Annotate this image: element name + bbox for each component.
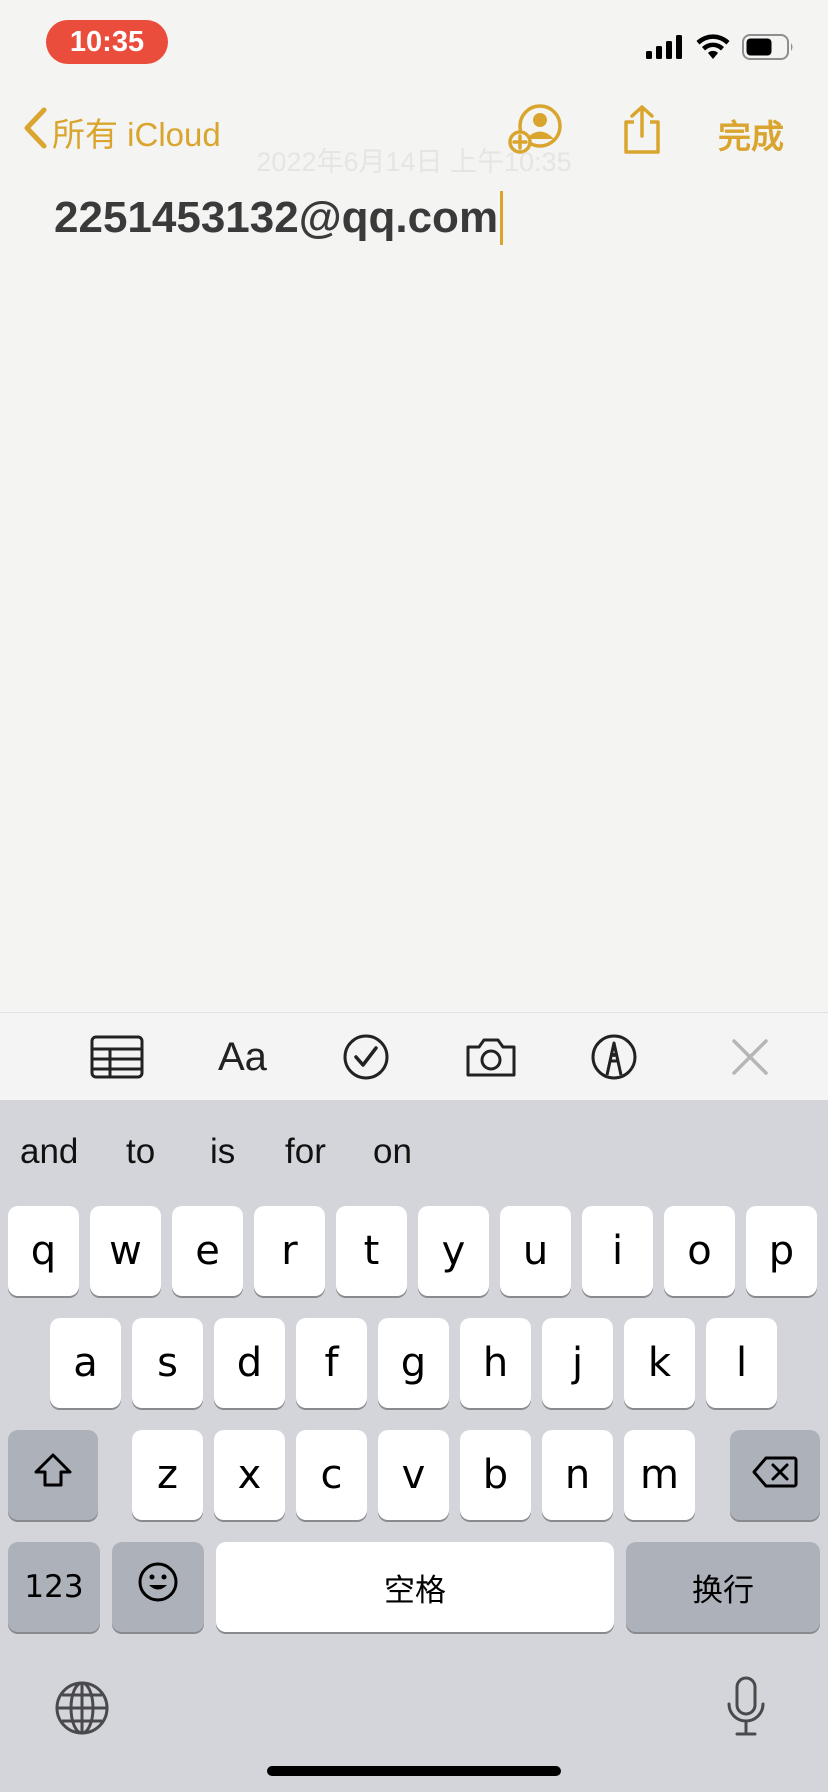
shift-icon xyxy=(33,1452,73,1498)
signal-icon xyxy=(646,34,684,64)
status-icons xyxy=(646,33,794,65)
key-q[interactable]: q xyxy=(8,1206,79,1296)
key-s[interactable]: s xyxy=(132,1318,203,1408)
key-l[interactable]: l xyxy=(706,1318,777,1408)
space-key[interactable]: 空格 xyxy=(216,1542,614,1632)
key-t[interactable]: t xyxy=(336,1206,407,1296)
delete-key[interactable] xyxy=(730,1430,820,1520)
suggestion-item[interactable]: for xyxy=(285,1132,326,1172)
table-icon[interactable] xyxy=(90,1031,144,1083)
text-style-button[interactable]: Aa xyxy=(218,1031,267,1083)
key-i[interactable]: i xyxy=(582,1206,653,1296)
checklist-icon[interactable] xyxy=(342,1031,390,1083)
notes-screen: 10:35 所有 iCloud 完成 2022年6月14日 上午10:35 22… xyxy=(0,0,828,1792)
suggestion-item[interactable]: to xyxy=(126,1132,155,1172)
key-k[interactable]: k xyxy=(624,1318,695,1408)
note-date: 2022年6月14日 上午10:35 xyxy=(256,147,572,177)
keyboard: and to is for on q w e r t y u i o p a s… xyxy=(0,1100,828,1792)
key-n[interactable]: n xyxy=(542,1430,613,1520)
suggestion-item[interactable]: on xyxy=(373,1132,412,1172)
numbers-key[interactable]: 123 xyxy=(8,1542,100,1632)
key-w[interactable]: w xyxy=(90,1206,161,1296)
note-text: 2251453132@qq.com xyxy=(54,193,499,242)
close-icon[interactable] xyxy=(730,1031,770,1083)
format-toolbar: Aa xyxy=(0,1012,828,1100)
key-x[interactable]: x xyxy=(214,1430,285,1520)
shift-key[interactable] xyxy=(8,1430,98,1520)
suggestion-item[interactable]: and xyxy=(20,1132,78,1172)
key-h[interactable]: h xyxy=(460,1318,531,1408)
key-r[interactable]: r xyxy=(254,1206,325,1296)
wifi-icon xyxy=(696,33,730,65)
suggestion-item[interactable]: is xyxy=(210,1132,235,1172)
key-p[interactable]: p xyxy=(746,1206,817,1296)
home-indicator xyxy=(267,1766,561,1776)
key-m[interactable]: m xyxy=(624,1430,695,1520)
battery-icon xyxy=(742,33,794,65)
key-d[interactable]: d xyxy=(214,1318,285,1408)
globe-icon[interactable] xyxy=(54,1680,110,1741)
microphone-icon[interactable] xyxy=(726,1676,766,1743)
delete-icon xyxy=(752,1452,798,1498)
key-y[interactable]: y xyxy=(418,1206,489,1296)
emoji-icon xyxy=(137,1561,179,1613)
key-v[interactable]: v xyxy=(378,1430,449,1520)
text-caret xyxy=(500,191,504,245)
key-o[interactable]: o xyxy=(664,1206,735,1296)
key-e[interactable]: e xyxy=(172,1206,243,1296)
key-a[interactable]: a xyxy=(50,1318,121,1408)
markup-icon[interactable] xyxy=(590,1031,638,1083)
key-g[interactable]: g xyxy=(378,1318,449,1408)
status-bar: 10:35 xyxy=(0,0,828,88)
key-u[interactable]: u xyxy=(500,1206,571,1296)
emoji-key[interactable] xyxy=(112,1542,204,1632)
key-f[interactable]: f xyxy=(296,1318,367,1408)
camera-icon[interactable] xyxy=(464,1031,518,1083)
key-b[interactable]: b xyxy=(460,1430,531,1520)
status-time: 10:35 xyxy=(46,20,168,64)
note-text-area[interactable]: 2251453132@qq.com xyxy=(54,188,774,248)
key-c[interactable]: c xyxy=(296,1430,367,1520)
return-key[interactable]: 换行 xyxy=(626,1542,820,1632)
key-z[interactable]: z xyxy=(132,1430,203,1520)
key-j[interactable]: j xyxy=(542,1318,613,1408)
